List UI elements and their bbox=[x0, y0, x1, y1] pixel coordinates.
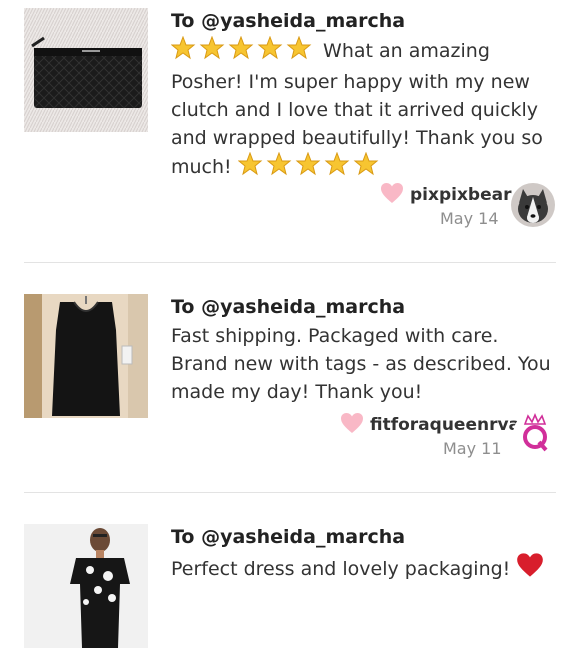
reviewer-row: fitforaqueenrva bbox=[340, 412, 520, 438]
review-date: May 14 bbox=[440, 209, 499, 228]
five-star-rating-icon bbox=[237, 151, 384, 184]
review-feed: To @yasheida_marcha What an amazing Posh… bbox=[0, 0, 580, 648]
reviewer-avatar[interactable] bbox=[513, 412, 557, 456]
review-text: What an amazing Posher! I'm super happy … bbox=[170, 35, 551, 184]
listing-thumbnail[interactable] bbox=[24, 294, 148, 418]
reviewer-username[interactable]: fitforaqueenrva bbox=[370, 415, 520, 435]
review-recipient[interactable]: To @yasheida_marcha bbox=[171, 296, 405, 318]
review-date: May 11 bbox=[443, 439, 502, 458]
reviewer-avatar[interactable] bbox=[511, 183, 555, 227]
husky-dog-avatar bbox=[511, 183, 555, 227]
crowned-q-logo-avatar bbox=[513, 412, 557, 456]
review-card: To @yasheida_marcha Fast shipping. Packa… bbox=[0, 262, 580, 492]
review-recipient[interactable]: To @yasheida_marcha bbox=[171, 526, 405, 548]
heart-icon bbox=[340, 412, 364, 438]
five-star-rating-icon bbox=[170, 35, 317, 68]
listing-thumbnail[interactable] bbox=[24, 524, 148, 648]
listing-thumbnail[interactable] bbox=[24, 8, 148, 132]
review-text-body: Perfect dress and lovely packaging! bbox=[171, 558, 511, 580]
review-card: To @yasheida_marcha Perfect dress and lo… bbox=[0, 492, 580, 648]
review-text: Perfect dress and lovely packaging! bbox=[171, 552, 551, 586]
floral-dress-model-photo bbox=[24, 524, 148, 648]
black-tank-top-photo bbox=[24, 294, 148, 418]
red-heart-icon bbox=[516, 552, 544, 586]
black-quilted-clutch-photo bbox=[24, 8, 148, 132]
review-card: To @yasheida_marcha What an amazing Posh… bbox=[0, 0, 580, 262]
review-text: Fast shipping. Packaged with care. Brand… bbox=[171, 325, 551, 403]
reviewer-row: pixpixbear bbox=[380, 182, 511, 208]
heart-icon bbox=[380, 182, 404, 208]
reviewer-username[interactable]: pixpixbear bbox=[410, 185, 511, 205]
review-recipient[interactable]: To @yasheida_marcha bbox=[171, 10, 405, 32]
